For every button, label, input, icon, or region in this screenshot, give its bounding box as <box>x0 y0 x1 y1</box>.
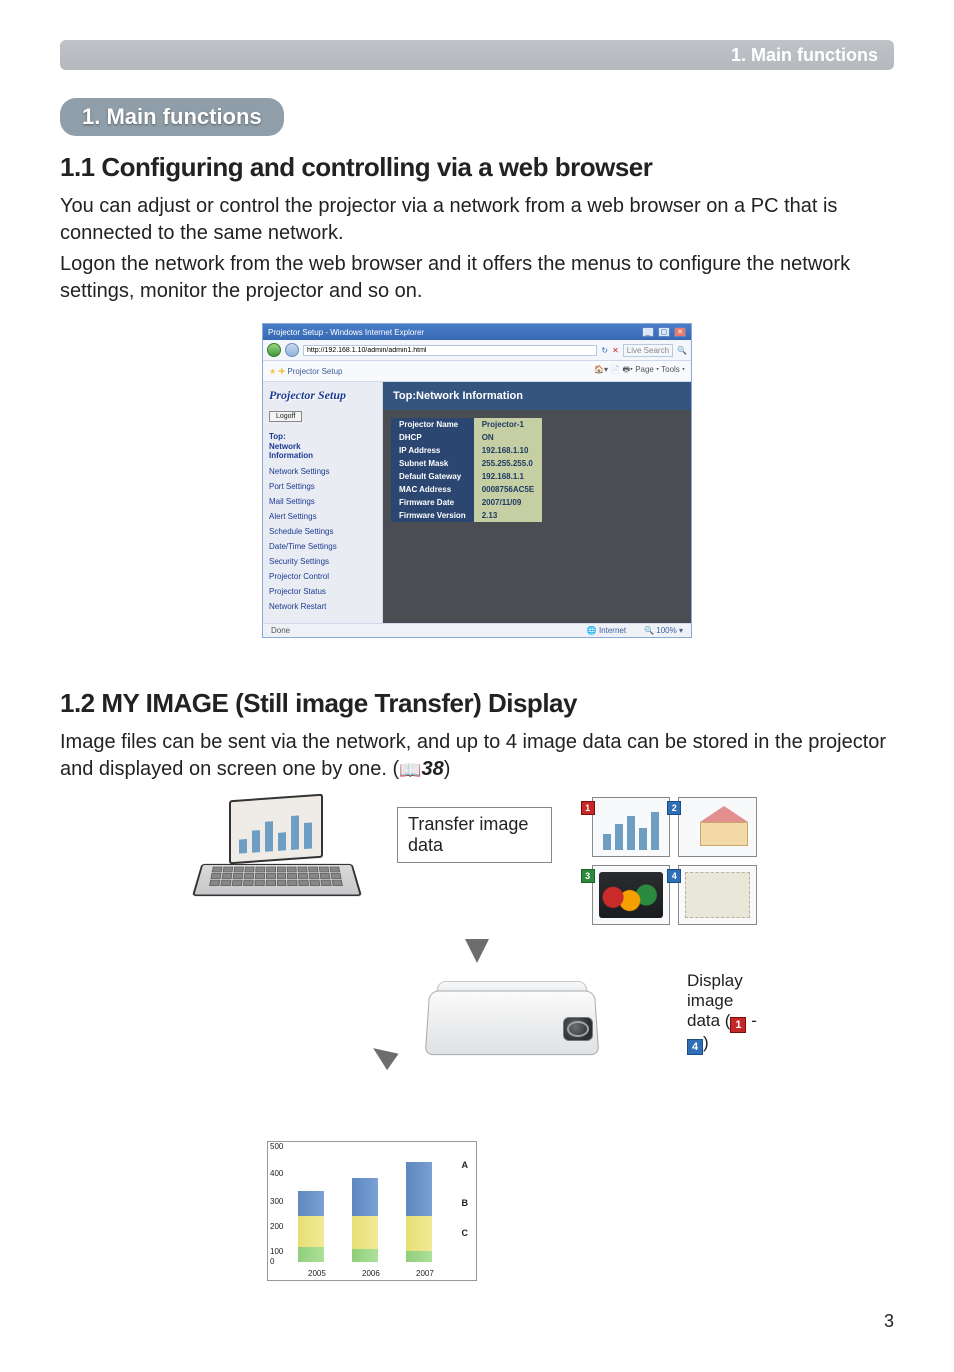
heading-1-1: 1.1 Configuring and controlling via a we… <box>60 152 894 183</box>
sidebar-item-network-restart[interactable]: Network Restart <box>269 602 376 611</box>
window-buttons: _ ▢ ✕ <box>640 327 686 337</box>
toolbar-menus[interactable]: Page ▾ Tools ▾ <box>635 365 685 374</box>
thumbnail-badge-2: 2 <box>667 801 681 815</box>
network-info-table: Projector NameProjector-1 DHCPON IP Addr… <box>391 418 542 522</box>
stop-icon[interactable]: ✕ <box>612 346 619 355</box>
window-titlebar: Projector Setup - Windows Internet Explo… <box>263 324 691 340</box>
projected-chart: 500 400 300 200 100 0 2005 2006 2007 A B… <box>267 1141 477 1281</box>
thumbnail-badge-1: 1 <box>581 801 595 815</box>
thumbnail-badge-4: 4 <box>667 869 681 883</box>
sidebar-item-mail-settings[interactable]: Mail Settings <box>269 497 376 506</box>
para-1-2: Image files can be sent via the network,… <box>60 729 894 783</box>
manual-ref-number: 38 <box>422 758 444 780</box>
sidebar-item-port-settings[interactable]: Port Settings <box>269 482 376 491</box>
laptop-icon <box>197 797 357 917</box>
status-bar: Done 🌐 Internet 🔍 100% ▾ <box>263 623 691 637</box>
main-panel-title: Top:Network Information <box>383 382 691 410</box>
window-title: Projector Setup - Windows Internet Explo… <box>268 328 424 337</box>
table-row: IP Address192.168.1.10 <box>391 444 542 457</box>
thumbnail-3: 3 <box>592 865 671 925</box>
table-row: Firmware Date2007/11/09 <box>391 496 542 509</box>
para-1-1a: You can adjust or control the projector … <box>60 193 894 247</box>
thumbnail-4: 4 <box>678 865 757 925</box>
status-done: Done <box>271 626 290 635</box>
status-zoom: 🔍 100% ▾ <box>644 626 683 635</box>
maximize-icon[interactable]: ▢ <box>658 327 670 337</box>
main-panel: Top:Network Information Projector NamePr… <box>383 382 691 623</box>
refresh-icon[interactable]: ↻ <box>601 346 608 355</box>
arrow-down-icon <box>465 939 489 963</box>
manual-ref-icon: 📖 <box>399 760 421 780</box>
sidebar-item-security-settings[interactable]: Security Settings <box>269 557 376 566</box>
table-row: MAC Address0008756AC5E <box>391 483 542 496</box>
table-row: DHCPON <box>391 431 542 444</box>
table-row: Firmware Version2.13 <box>391 509 542 522</box>
para-1-1b: Logon the network from the web browser a… <box>60 251 894 305</box>
sidebar: Projector Setup Logoff Top: Network Info… <box>263 382 383 623</box>
home-icon[interactable]: 🏠▾ <box>594 365 608 374</box>
arrow-project-icon <box>367 1040 398 1070</box>
address-bar: ↻ ✕ Live Search 🔍 <box>263 340 691 361</box>
sidebar-top-group: Top: Network Information <box>269 432 376 461</box>
table-row: Subnet Mask255.255.255.0 <box>391 457 542 470</box>
logoff-button[interactable]: Logoff <box>269 411 302 422</box>
sidebar-item-datetime-settings[interactable]: Date/Time Settings <box>269 542 376 551</box>
page-number: 3 <box>60 1311 894 1332</box>
minimize-icon[interactable]: _ <box>642 327 654 337</box>
favorites-icon[interactable]: ★ <box>269 367 276 376</box>
heading-1-2: 1.2 MY IMAGE (Still image Transfer) Disp… <box>60 688 894 719</box>
browser-screenshot: Projector Setup - Windows Internet Explo… <box>262 323 692 638</box>
header-section-label: 1. Main functions <box>731 45 878 66</box>
table-row: Default Gateway192.168.1.1 <box>391 470 542 483</box>
sidebar-item-projector-status[interactable]: Projector Status <box>269 587 376 596</box>
add-favorite-icon[interactable]: ✚ <box>278 367 285 376</box>
sidebar-item-alert-settings[interactable]: Alert Settings <box>269 512 376 521</box>
thumbnail-2: 2 <box>678 797 757 857</box>
close-icon[interactable]: ✕ <box>674 327 686 337</box>
thumbnail-1: 1 <box>592 797 671 857</box>
url-input[interactable] <box>303 345 597 356</box>
feeds-icon[interactable]: 📄 <box>610 365 620 374</box>
search-go-icon[interactable]: 🔍 <box>677 346 687 355</box>
diagram-1-2: Transfer image data 1 2 3 4 <box>197 797 757 1281</box>
table-row: Projector NameProjector-1 <box>391 418 542 431</box>
projector-icon <box>417 971 617 1071</box>
forward-icon[interactable] <box>285 343 299 357</box>
thumbnail-badge-3: 3 <box>581 869 595 883</box>
tab-strip: ★ ✚ Projector Setup 🏠▾ 📄 🖶▾ Page ▾ Tools… <box>263 361 691 382</box>
search-input[interactable]: Live Search <box>623 344 673 357</box>
sidebar-item-schedule-settings[interactable]: Schedule Settings <box>269 527 376 536</box>
status-zone: 🌐 Internet <box>587 626 626 635</box>
tab-projector-setup[interactable]: Projector Setup <box>287 367 342 376</box>
sidebar-item-projector-control[interactable]: Projector Control <box>269 572 376 581</box>
sidebar-item-network-settings[interactable]: Network Settings <box>269 467 376 476</box>
sidebar-title: Projector Setup <box>269 388 376 403</box>
transfer-caption: Transfer image data <box>397 807 552 863</box>
header-bar: 1. Main functions <box>60 40 894 70</box>
section-pill: 1. Main functions <box>60 98 284 136</box>
back-icon[interactable] <box>267 343 281 357</box>
display-caption: Display image data (1 - 4) <box>687 971 757 1055</box>
print-icon[interactable]: 🖶▾ <box>622 365 633 374</box>
